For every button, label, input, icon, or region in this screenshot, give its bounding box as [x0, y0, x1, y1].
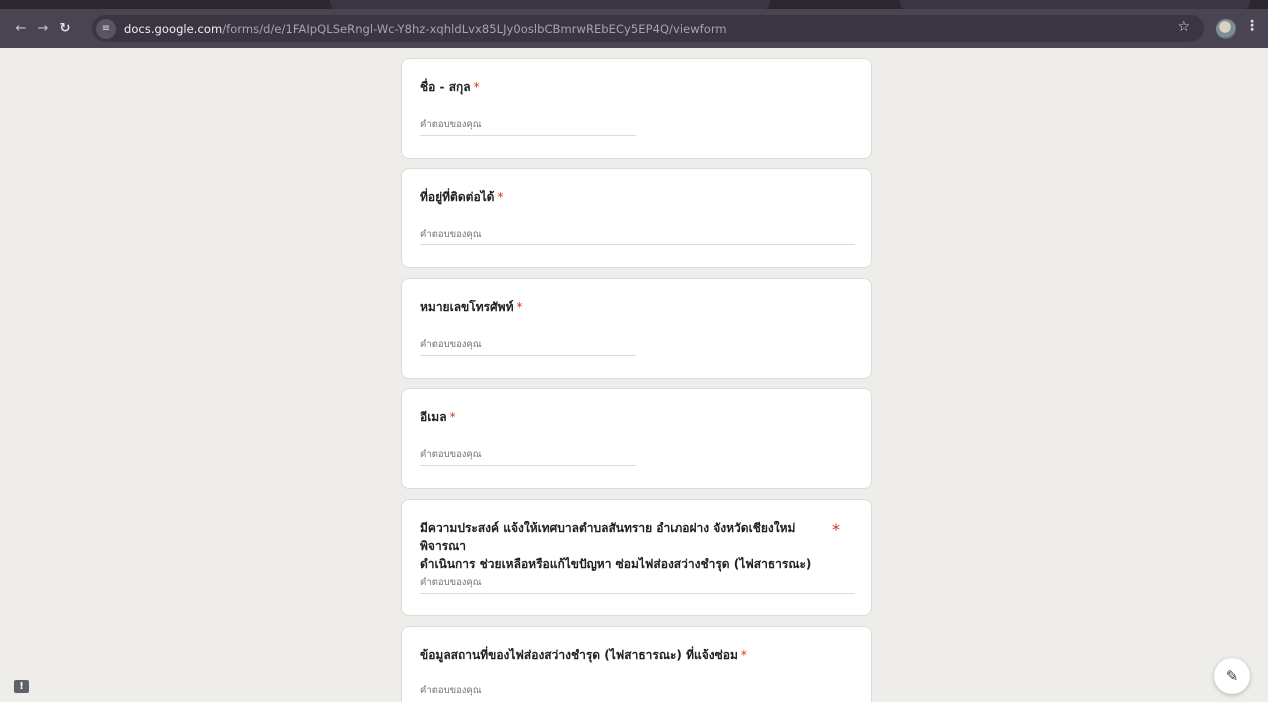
report-icon[interactable]: ! [14, 680, 29, 693]
question-title: ที่อยู่ที่ติดต่อได้ * [420, 188, 503, 206]
profile-avatar[interactable] [1216, 19, 1236, 39]
tune-icon[interactable]: ≡ [96, 18, 116, 39]
answer-input[interactable] [420, 119, 635, 133]
required-asterisk: * [497, 190, 504, 204]
answer-input[interactable] [420, 339, 635, 353]
tab-edge[interactable] [900, 0, 1250, 9]
url-host: docs.google.com [124, 21, 223, 36]
question-title: อีเมล * [420, 408, 456, 426]
answer-input[interactable] [420, 685, 854, 699]
browser-toolbar: ← → ↻ ≡ docs.google.com/forms/d/e/1FAIpQ… [0, 9, 1268, 48]
required-asterisk: * [516, 300, 523, 314]
question-title-line: ดำเนินการ ช่วยเหลือหรือแก้ไขปัญหา ซ่อมไฟ… [420, 557, 812, 571]
pencil-icon[interactable]: ✎ [1214, 658, 1250, 694]
question-title-text: ข้อมูลสถานที่ของไฟส่องสว่างชำรุด (ไฟสาธา… [420, 648, 738, 662]
question-title: ข้อมูลสถานที่ของไฟส่องสว่างชำรุด (ไฟสาธา… [420, 646, 747, 664]
answer-input[interactable] [420, 229, 854, 243]
question-card-address: ที่อยู่ที่ติดต่อได้ * [401, 168, 872, 268]
question-card-request: มีความประสงค์ แจ้งให้เทศบาลตำบลสันทราย อ… [401, 499, 872, 616]
url-text[interactable]: docs.google.com/forms/d/e/1FAIpQLSeRngl-… [124, 22, 727, 36]
back-arrow-icon[interactable]: ← [10, 17, 32, 41]
question-title: หมายเลขโทรศัพท์ * [420, 298, 523, 316]
url-path: /forms/d/e/1FAIpQLSeRngl-Wc-Y8hz-xqhldLv… [222, 21, 727, 36]
answer-input[interactable] [420, 449, 635, 463]
question-title: มีความประสงค์ แจ้งให้เทศบาลตำบลสันทราย อ… [420, 519, 830, 573]
required-asterisk: * [449, 410, 456, 424]
star-icon[interactable]: ☆ [1177, 19, 1190, 35]
question-title-text: ชื่อ - สกุล [420, 80, 471, 94]
required-asterisk: * [832, 520, 840, 539]
question-title-line: มีความประสงค์ แจ้งให้เทศบาลตำบลสันทราย อ… [420, 521, 796, 553]
form-page: ชื่อ - สกุล* ที่อยู่ที่ติดต่อได้* หมายเล… [0, 48, 1268, 702]
question-title-text: ที่อยู่ที่ติดต่อได้ [420, 190, 495, 204]
address-bar[interactable]: ≡ docs.google.com/forms/d/e/1FAIpQLSeRng… [92, 15, 1204, 42]
input-underline [420, 244, 855, 245]
question-card-email: อีเมล * [401, 388, 872, 489]
question-title-text: อีเมล [420, 410, 447, 424]
question-card-location: ข้อมูลสถานที่ของไฟส่องสว่างชำรุด (ไฟสาธา… [401, 626, 872, 702]
forward-arrow-icon[interactable]: → [32, 17, 54, 41]
required-asterisk: * [740, 648, 747, 662]
answer-input[interactable] [420, 577, 854, 591]
input-underline [420, 465, 636, 466]
question-title-text: หมายเลขโทรศัพท์ [420, 300, 514, 314]
tab-strip [0, 0, 1268, 9]
question-card-phone: หมายเลขโทรศัพท์ * [401, 278, 872, 379]
input-underline [420, 355, 636, 356]
question-title: ชื่อ - สกุล * [420, 78, 480, 96]
input-underline [420, 135, 636, 136]
kebab-menu-icon[interactable]: ⋮ [1245, 18, 1259, 34]
tab-edge[interactable] [330, 0, 770, 9]
reload-icon[interactable]: ↻ [54, 17, 76, 41]
required-asterisk: * [473, 80, 480, 94]
input-underline [420, 593, 855, 594]
question-card-name: ชื่อ - สกุล * [401, 58, 872, 159]
